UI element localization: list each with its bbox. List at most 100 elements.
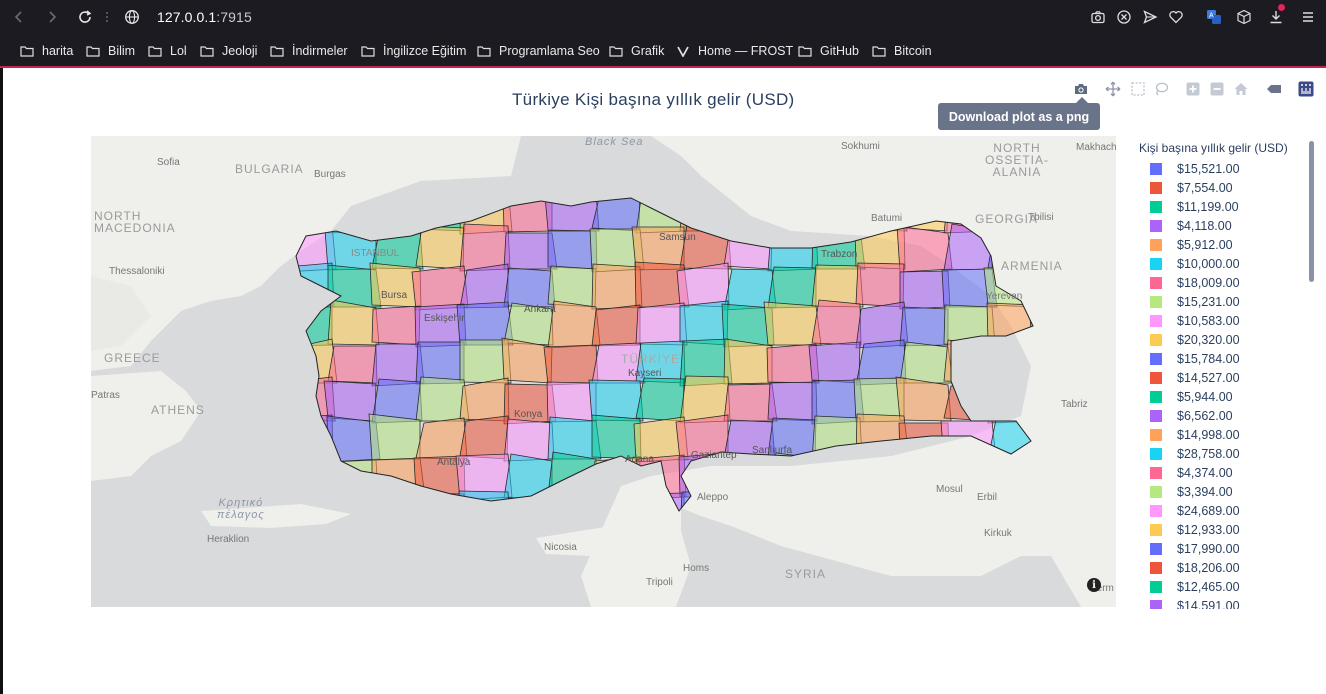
camera-icon — [1075, 84, 1087, 94]
province-region[interactable] — [676, 262, 730, 308]
legend-item[interactable]: $10,000.00 — [1136, 254, 1306, 273]
province-region[interactable] — [808, 341, 861, 384]
province-region[interactable] — [635, 302, 688, 346]
reset-geo-button[interactable] — [1265, 80, 1283, 98]
legend-item[interactable]: $5,912.00 — [1136, 235, 1306, 254]
bookmark-folder[interactable]: Grafik — [609, 42, 664, 60]
site-info-button[interactable] — [121, 6, 143, 28]
translate-button[interactable]: A — [1204, 7, 1224, 27]
province-region[interactable] — [679, 300, 729, 346]
zoom-in-button[interactable] — [1184, 80, 1202, 98]
legend-item[interactable]: $14,527.00 — [1136, 368, 1306, 387]
pan-button[interactable] — [1104, 80, 1122, 98]
province-region[interactable] — [896, 225, 953, 273]
legend-item[interactable]: $18,009.00 — [1136, 273, 1306, 292]
bookmark-folder[interactable]: İndirmeler — [270, 42, 348, 60]
lasso-select-button[interactable] — [1152, 80, 1170, 98]
legend-swatch — [1150, 371, 1162, 384]
legend-item[interactable]: $28,758.00 — [1136, 444, 1306, 463]
url-field[interactable]: 127.0.0.1:7915 — [157, 9, 252, 25]
box-select-icon — [1131, 82, 1145, 96]
extensions-button[interactable] — [1234, 7, 1254, 27]
bookmark-folder[interactable]: Bilim — [86, 42, 135, 60]
back-button[interactable] — [8, 6, 30, 28]
label-ankara: Ankara — [524, 304, 556, 315]
label-heraklion: Heraklion — [207, 534, 250, 545]
legend-item[interactable]: $17,990.00 — [1136, 539, 1306, 558]
reload-button[interactable] — [74, 6, 96, 28]
province-region[interactable] — [899, 306, 949, 347]
province-region[interactable] — [811, 299, 862, 346]
province-region[interactable] — [767, 381, 818, 422]
legend-item[interactable]: $7,554.00 — [1136, 178, 1306, 197]
label-samsun: Samsun — [659, 232, 696, 243]
province-region[interactable] — [591, 263, 643, 310]
province-region[interactable] — [459, 263, 509, 309]
province-region[interactable] — [588, 379, 644, 422]
zoom-out-button[interactable] — [1208, 80, 1226, 98]
legend-item[interactable]: $14,591.00 — [1136, 596, 1306, 609]
legend-scrollbar[interactable] — [1309, 141, 1314, 282]
legend-item[interactable]: $18,206.00 — [1136, 558, 1306, 577]
plotly-logo-link[interactable] — [1297, 80, 1315, 98]
reset-view-button[interactable] — [1232, 80, 1250, 98]
bookmark-folder[interactable]: Lol — [148, 42, 187, 60]
bookmark-frost[interactable]: Home — FROST — [676, 42, 793, 60]
legend-item[interactable]: $6,562.00 — [1136, 406, 1306, 425]
legend-item[interactable]: $24,689.00 — [1136, 501, 1306, 520]
province-region[interactable] — [415, 417, 468, 460]
legend-item[interactable]: $14,998.00 — [1136, 425, 1306, 444]
province-region[interactable] — [503, 267, 556, 308]
province-region[interactable] — [371, 305, 421, 346]
menu-button[interactable] — [1298, 7, 1318, 27]
legend-item[interactable]: $12,933.00 — [1136, 520, 1306, 539]
province-region[interactable] — [543, 344, 599, 386]
bookmark-folder[interactable]: Bitcoin — [872, 42, 932, 60]
province-region[interactable] — [855, 262, 905, 308]
label-mosul: Mosul — [936, 484, 963, 495]
legend-item[interactable]: $20,320.00 — [1136, 330, 1306, 349]
legend-item[interactable]: $4,118.00 — [1136, 216, 1306, 235]
block-button[interactable] — [1114, 7, 1134, 27]
province-region[interactable] — [547, 230, 598, 270]
province-region[interactable] — [368, 413, 421, 461]
bookmark-folder[interactable]: Programlama Seo — [477, 42, 600, 60]
legend-swatch — [1150, 390, 1162, 403]
label-nicosia: Nicosia — [544, 542, 577, 553]
legend-item[interactable]: $3,394.00 — [1136, 482, 1306, 501]
province-region[interactable] — [591, 414, 642, 460]
province-region[interactable] — [767, 266, 817, 309]
bookmark-folder[interactable]: İngilizce Eğitim — [361, 42, 466, 60]
svg-text:A: A — [1209, 13, 1214, 20]
province-region[interactable] — [459, 223, 511, 272]
legend-item[interactable]: $15,784.00 — [1136, 349, 1306, 368]
map-attribution-info-button[interactable]: i — [1087, 578, 1101, 592]
province-region[interactable] — [411, 265, 469, 311]
province-region[interactable] — [591, 304, 641, 347]
legend-item[interactable]: $4,374.00 — [1136, 463, 1306, 482]
province-region[interactable] — [546, 381, 597, 423]
legend-item[interactable]: $5,944.00 — [1136, 387, 1306, 406]
legend-item[interactable]: $10,583.00 — [1136, 311, 1306, 330]
bookmark-folder[interactable]: GitHub — [798, 42, 859, 60]
legend-swatch — [1150, 352, 1162, 365]
favorites-button[interactable] — [1166, 7, 1186, 27]
send-button[interactable] — [1140, 7, 1160, 27]
forward-button[interactable] — [41, 6, 63, 28]
province-region[interactable] — [459, 415, 509, 460]
bookmark-folder[interactable]: Jeoloji — [200, 42, 257, 60]
legend-item[interactable]: $11,199.00 — [1136, 197, 1306, 216]
legend-item[interactable]: $15,231.00 — [1136, 292, 1306, 311]
bookmark-folder[interactable]: harita — [20, 42, 73, 60]
box-select-button[interactable] — [1129, 80, 1147, 98]
legend-item[interactable]: $15,521.00 — [1136, 159, 1306, 178]
province-region[interactable] — [723, 338, 773, 385]
label-syria: SYRIA — [785, 567, 827, 581]
screenshot-button[interactable] — [1088, 7, 1108, 27]
legend-item[interactable]: $12,465.00 — [1136, 577, 1306, 596]
province-region[interactable] — [635, 377, 685, 422]
choropleth-map[interactable]: Black Sea TÜRKİYE GREECE BULGARIA NORTH … — [91, 136, 1116, 607]
bookmark-label: harita — [42, 44, 74, 58]
province-region[interactable] — [327, 345, 378, 384]
download-png-button[interactable] — [1072, 80, 1090, 98]
